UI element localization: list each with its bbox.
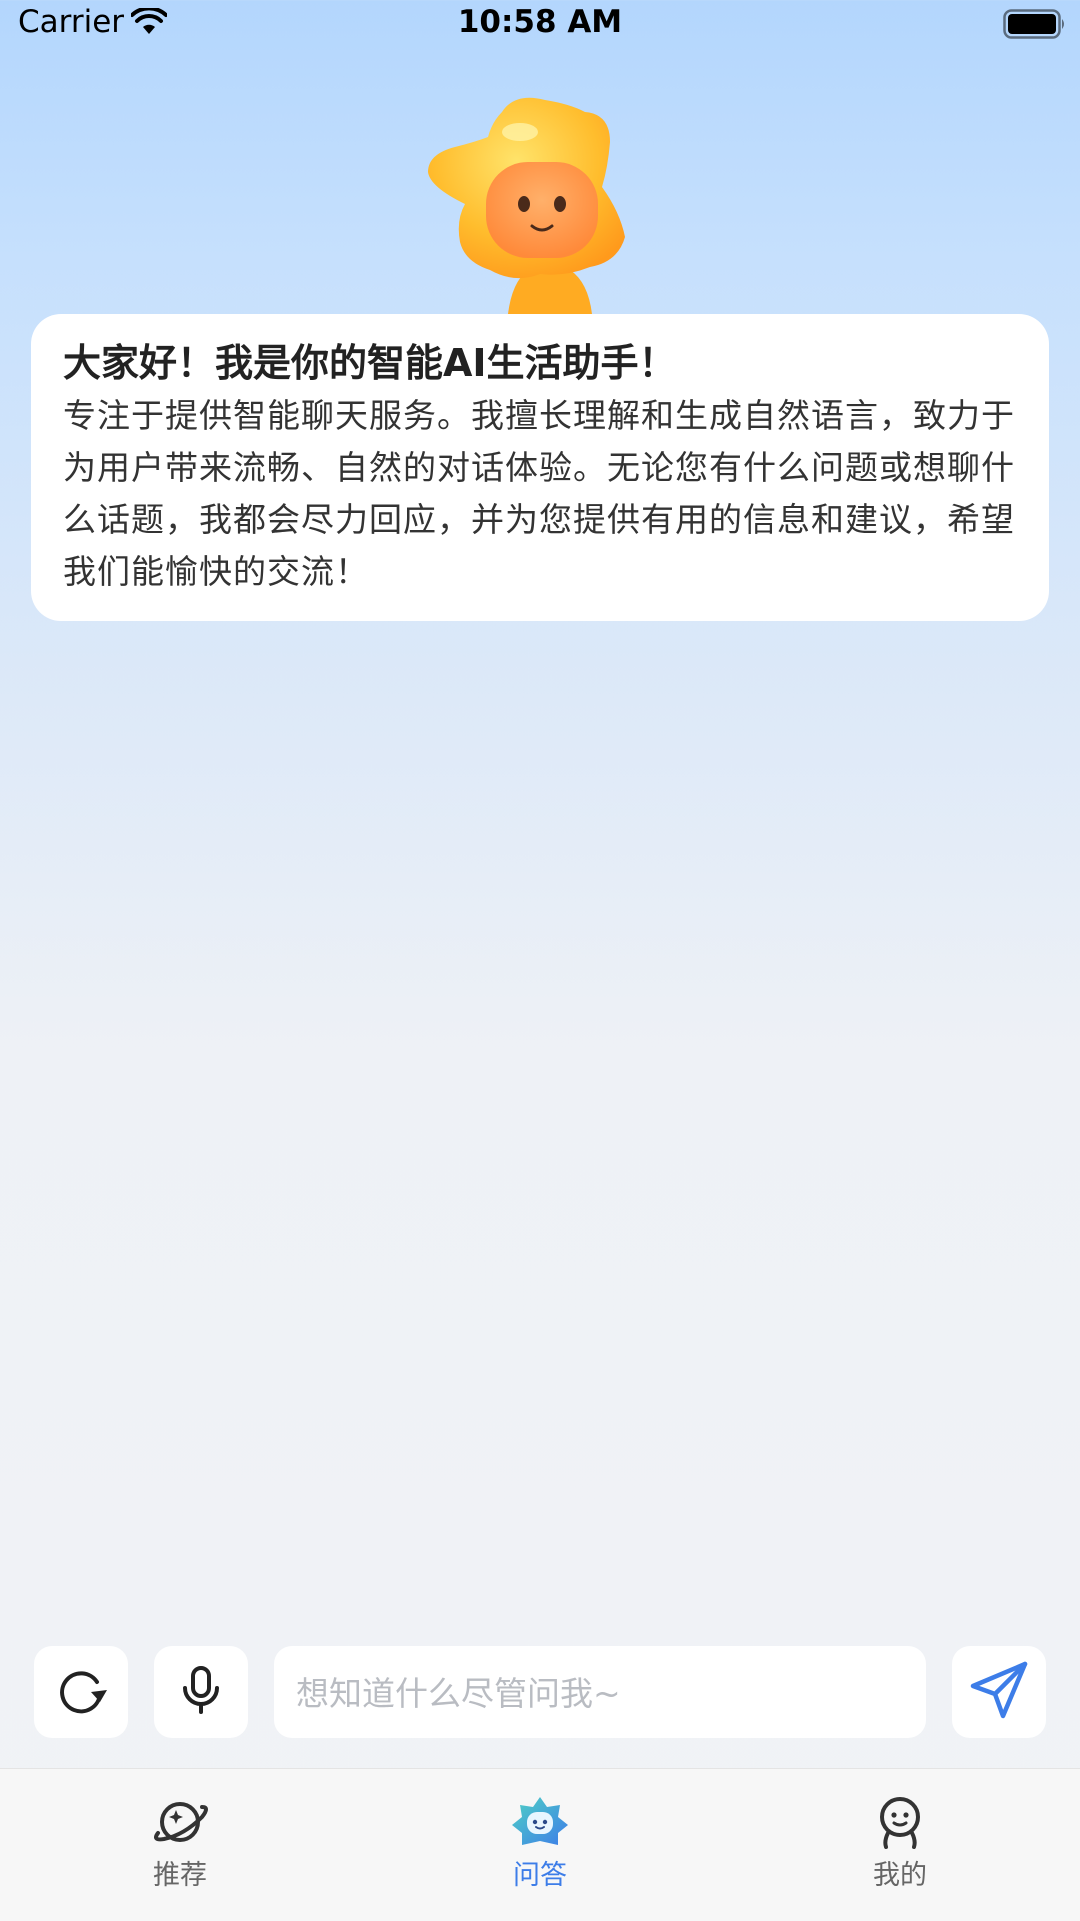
voice-input-button[interactable] bbox=[154, 1646, 248, 1738]
tab-recommend[interactable]: 推荐 bbox=[100, 1795, 260, 1892]
question-input[interactable] bbox=[294, 1646, 910, 1740]
greeting-card: 大家好！我是你的智能AI生活助手！ 专注于提供智能聊天服务。我擅长理解和生成自然… bbox=[31, 314, 1049, 621]
tab-mine[interactable]: 我的 bbox=[820, 1795, 980, 1892]
battery-icon bbox=[1003, 9, 1067, 43]
tab-label-recommend: 推荐 bbox=[153, 1860, 207, 1891]
greeting-title: 大家好！我是你的智能AI生活助手！ bbox=[63, 341, 677, 385]
status-time: 10:58 AM bbox=[457, 4, 623, 40]
send-button[interactable] bbox=[952, 1646, 1046, 1738]
refresh-icon bbox=[53, 1662, 109, 1722]
person-face-icon bbox=[820, 1795, 980, 1849]
tab-label-mine: 我的 bbox=[873, 1860, 927, 1891]
tab-label-qa: 问答 bbox=[513, 1860, 567, 1891]
status-bar: Carrier 10:58 AM bbox=[0, 0, 1080, 50]
qa-star-face-icon bbox=[460, 1795, 620, 1849]
microphone-icon bbox=[179, 1666, 223, 1718]
refresh-button[interactable] bbox=[34, 1646, 128, 1738]
planet-icon bbox=[100, 1795, 260, 1849]
greeting-body: 专注于提供智能聊天服务。我擅长理解和生成自然语言，致力于为用户带来流畅、自然的对… bbox=[63, 396, 1015, 591]
mascot-image bbox=[420, 92, 660, 314]
send-icon bbox=[969, 1660, 1029, 1724]
bottom-tab-bar: 推荐 问答 我的 bbox=[0, 1768, 1080, 1921]
tab-qa[interactable]: 问答 bbox=[460, 1795, 620, 1892]
question-input-container bbox=[274, 1646, 926, 1740]
